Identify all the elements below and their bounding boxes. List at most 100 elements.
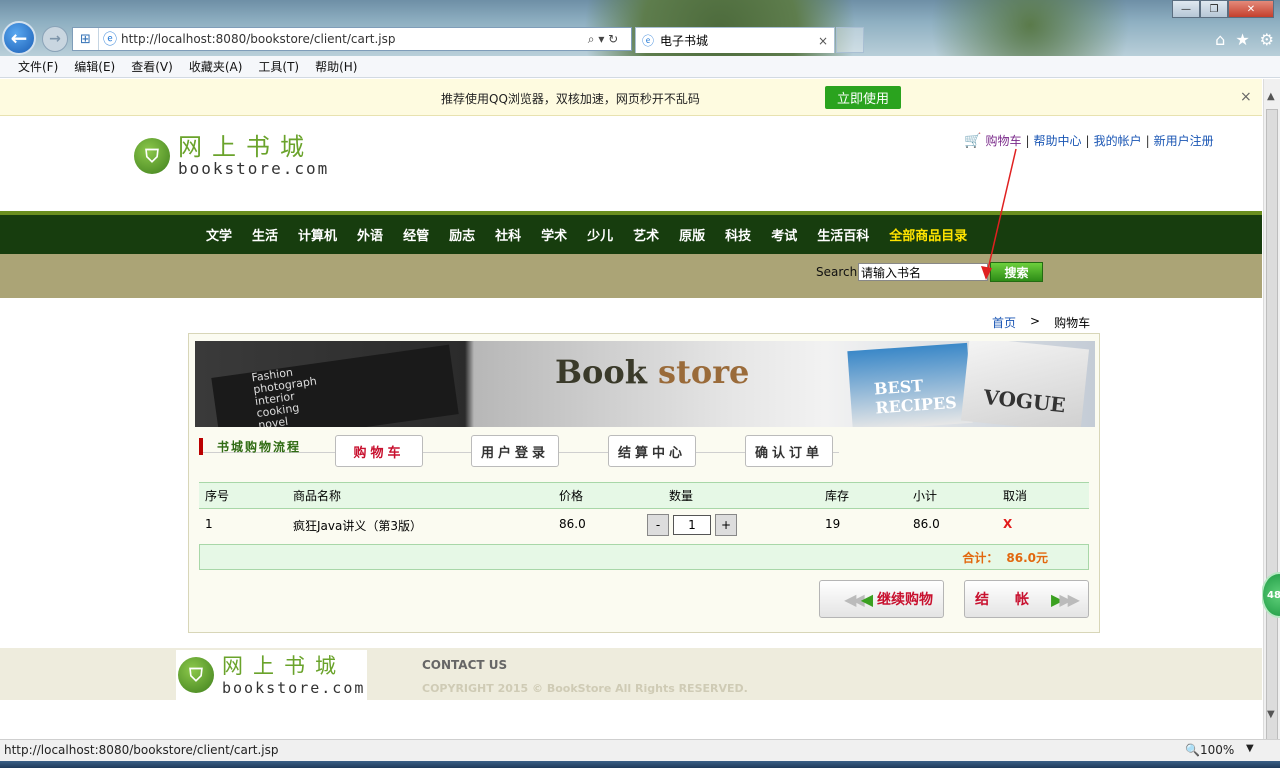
remove-item-button[interactable]: X — [997, 509, 1089, 541]
category-link[interactable]: 生活百科 — [817, 225, 869, 244]
address-search-refresh-icons[interactable]: ⌕ ▾ ↻ — [575, 32, 631, 47]
top-links: 🛒 购物车 | 帮助中心 | 我的帐户 | 新用户注册 — [964, 132, 1214, 149]
flow-label: 书城购物流程 — [199, 438, 301, 455]
col-no: 序号 — [199, 482, 287, 509]
menu-file[interactable]: 文件(F) — [18, 58, 58, 75]
step-login: 用户登录 — [471, 435, 559, 467]
menu-help[interactable]: 帮助(H) — [315, 58, 357, 75]
cell-no: 1 — [205, 517, 213, 531]
minimize-button[interactable]: — — [1172, 0, 1200, 18]
address-url[interactable]: http://localhost:8080/bookstore/client/c… — [121, 32, 575, 46]
browser-toolbar-icons: ⌂ ★ ⚙ — [1215, 30, 1274, 49]
zoom-dropdown-icon[interactable]: ▼ — [1246, 743, 1254, 754]
breadcrumb-home[interactable]: 首页 — [992, 314, 1016, 331]
site-logo[interactable]: ⛉ 网上书城 bookstore.com — [134, 134, 329, 178]
scroll-up-icon[interactable]: ▲ — [1267, 91, 1275, 102]
link-help[interactable]: 帮助中心 — [1034, 132, 1082, 149]
link-cart[interactable]: 购物车 — [985, 132, 1021, 149]
search-input[interactable] — [858, 263, 988, 281]
scroll-thumb[interactable] — [1266, 109, 1278, 749]
col-subtotal: 小计 — [907, 482, 997, 509]
menu-tools[interactable]: 工具(T) — [258, 58, 299, 75]
banner-magazine-1: BEST RECIPES — [847, 342, 973, 427]
forward-button[interactable]: → — [42, 26, 68, 52]
qty-input[interactable] — [673, 515, 711, 535]
use-now-button[interactable]: 立即使用 — [825, 86, 901, 109]
compat-view-icon[interactable]: ⊞ — [73, 28, 99, 50]
cart-table: 序号 商品名称 价格 数量 库存 小计 取消 1 疯狂Java讲义（第3版） 8… — [199, 482, 1089, 541]
col-price: 价格 — [553, 482, 663, 509]
category-link[interactable]: 考试 — [771, 225, 797, 244]
link-register[interactable]: 新用户注册 — [1154, 132, 1214, 149]
tab-title: 电子书城 — [660, 34, 709, 48]
arrow-left-icon: ◀◀◀ — [844, 589, 873, 609]
browser-titlebar: ← → ⊞ ⓔ http://localhost:8080/bookstore/… — [0, 0, 1280, 56]
category-link[interactable]: 原版 — [679, 225, 705, 244]
category-link[interactable]: 文学 — [206, 225, 232, 244]
banner-magazine-2: VOGUE — [960, 341, 1090, 427]
category-link[interactable]: 少儿 — [587, 225, 613, 244]
category-link[interactable]: 计算机 — [298, 225, 337, 244]
ie-page-icon: ⓔ — [103, 32, 117, 48]
cell-qty: - + — [647, 509, 819, 541]
tab-close-icon[interactable]: × — [818, 34, 828, 48]
gear-icon[interactable]: ⚙ — [1260, 30, 1274, 49]
menu-edit[interactable]: 编辑(E) — [74, 58, 115, 75]
category-link[interactable]: 科技 — [725, 225, 751, 244]
vertical-scrollbar[interactable]: ▲ ▼ — [1263, 79, 1280, 749]
bookstore-banner: Fashion photograph interior cooking nove… — [195, 341, 1095, 427]
home-icon[interactable]: ⌂ — [1215, 30, 1225, 49]
col-cancel: 取消 — [997, 482, 1089, 509]
all-categories-link[interactable]: 全部商品目录 — [889, 225, 967, 244]
zoom-level[interactable]: 🔍100% — [1185, 743, 1234, 757]
tab-bookstore[interactable]: ⓔ 电子书城 × — [635, 27, 835, 53]
link-account[interactable]: 我的帐户 — [1094, 132, 1142, 149]
notification-bar: 推荐使用QQ浏览器，双核加速，网页秒开不乱码 立即使用 × — [0, 79, 1262, 116]
maximize-button[interactable]: ❐ — [1200, 0, 1228, 18]
purchase-flow: 书城购物流程 购物车 用户登录 结算中心 确认订单 — [199, 434, 899, 470]
cart-logo-icon: ⛉ — [178, 657, 214, 693]
contact-us-link[interactable]: CONTACT US — [422, 658, 507, 672]
zoom-value: 100% — [1199, 743, 1235, 757]
new-tab-button[interactable] — [836, 27, 864, 53]
back-arrow-icon: ← — [10, 26, 28, 50]
category-link[interactable]: 学术 — [541, 225, 567, 244]
continue-shopping-button[interactable]: ◀◀◀ 继续购物 — [819, 580, 944, 618]
close-window-button[interactable]: ✕ — [1228, 0, 1274, 18]
cart-panel: Fashion photograph interior cooking nove… — [188, 333, 1100, 633]
breadcrumb-current: 购物车 — [1054, 316, 1091, 330]
link-separator: | — [1025, 133, 1030, 148]
category-link[interactable]: 励志 — [449, 225, 475, 244]
ie-tab-icon: ⓔ — [642, 34, 655, 48]
scroll-down-icon[interactable]: ▼ — [1267, 709, 1275, 720]
qty-decrease-button[interactable]: - — [647, 514, 669, 536]
address-bar[interactable]: ⊞ ⓔ http://localhost:8080/bookstore/clie… — [72, 27, 632, 51]
banner-title-b: store — [646, 353, 750, 391]
search-button[interactable]: 搜索 — [990, 262, 1043, 282]
notification-text: 推荐使用QQ浏览器，双核加速，网页秒开不乱码 — [441, 92, 700, 106]
category-link[interactable]: 经管 — [403, 225, 429, 244]
step-checkout-center: 结算中心 — [608, 435, 696, 467]
breadcrumb: 首页 > 购物车 — [992, 314, 1090, 331]
menu-view[interactable]: 查看(V) — [131, 58, 173, 75]
banner-notepad: Fashion photograph interior cooking nove… — [211, 344, 459, 427]
notification-close-icon[interactable]: × — [1240, 89, 1252, 105]
link-separator: | — [1085, 133, 1090, 148]
category-link[interactable]: 生活 — [252, 225, 278, 244]
checkout-button[interactable]: 结 帐 ▶▶▶ — [964, 580, 1089, 618]
category-link[interactable]: 艺术 — [633, 225, 659, 244]
banner-mag2-text: VOGUE — [982, 384, 1067, 418]
star-icon[interactable]: ★ — [1235, 30, 1249, 49]
shopping-cart-icon: 🛒 — [964, 132, 982, 149]
qty-increase-button[interactable]: + — [715, 514, 737, 536]
cell-name: 疯狂Java讲义（第3版） — [293, 519, 422, 533]
total-value: 86.0元 — [1006, 550, 1048, 565]
category-link[interactable]: 社科 — [495, 225, 521, 244]
back-button[interactable]: ← — [2, 21, 36, 55]
table-row: 1 疯狂Java讲义（第3版） 86.0 - + 19 86.0 X — [199, 509, 1089, 541]
zoom-icon: 🔍 — [1185, 743, 1200, 757]
footer-logo: ⛉ 网上书城 bookstore.com — [176, 650, 368, 700]
cart-header-row: 序号 商品名称 价格 数量 库存 小计 取消 — [199, 482, 1089, 509]
category-link[interactable]: 外语 — [357, 225, 383, 244]
menu-favorites[interactable]: 收藏夹(A) — [189, 58, 243, 75]
